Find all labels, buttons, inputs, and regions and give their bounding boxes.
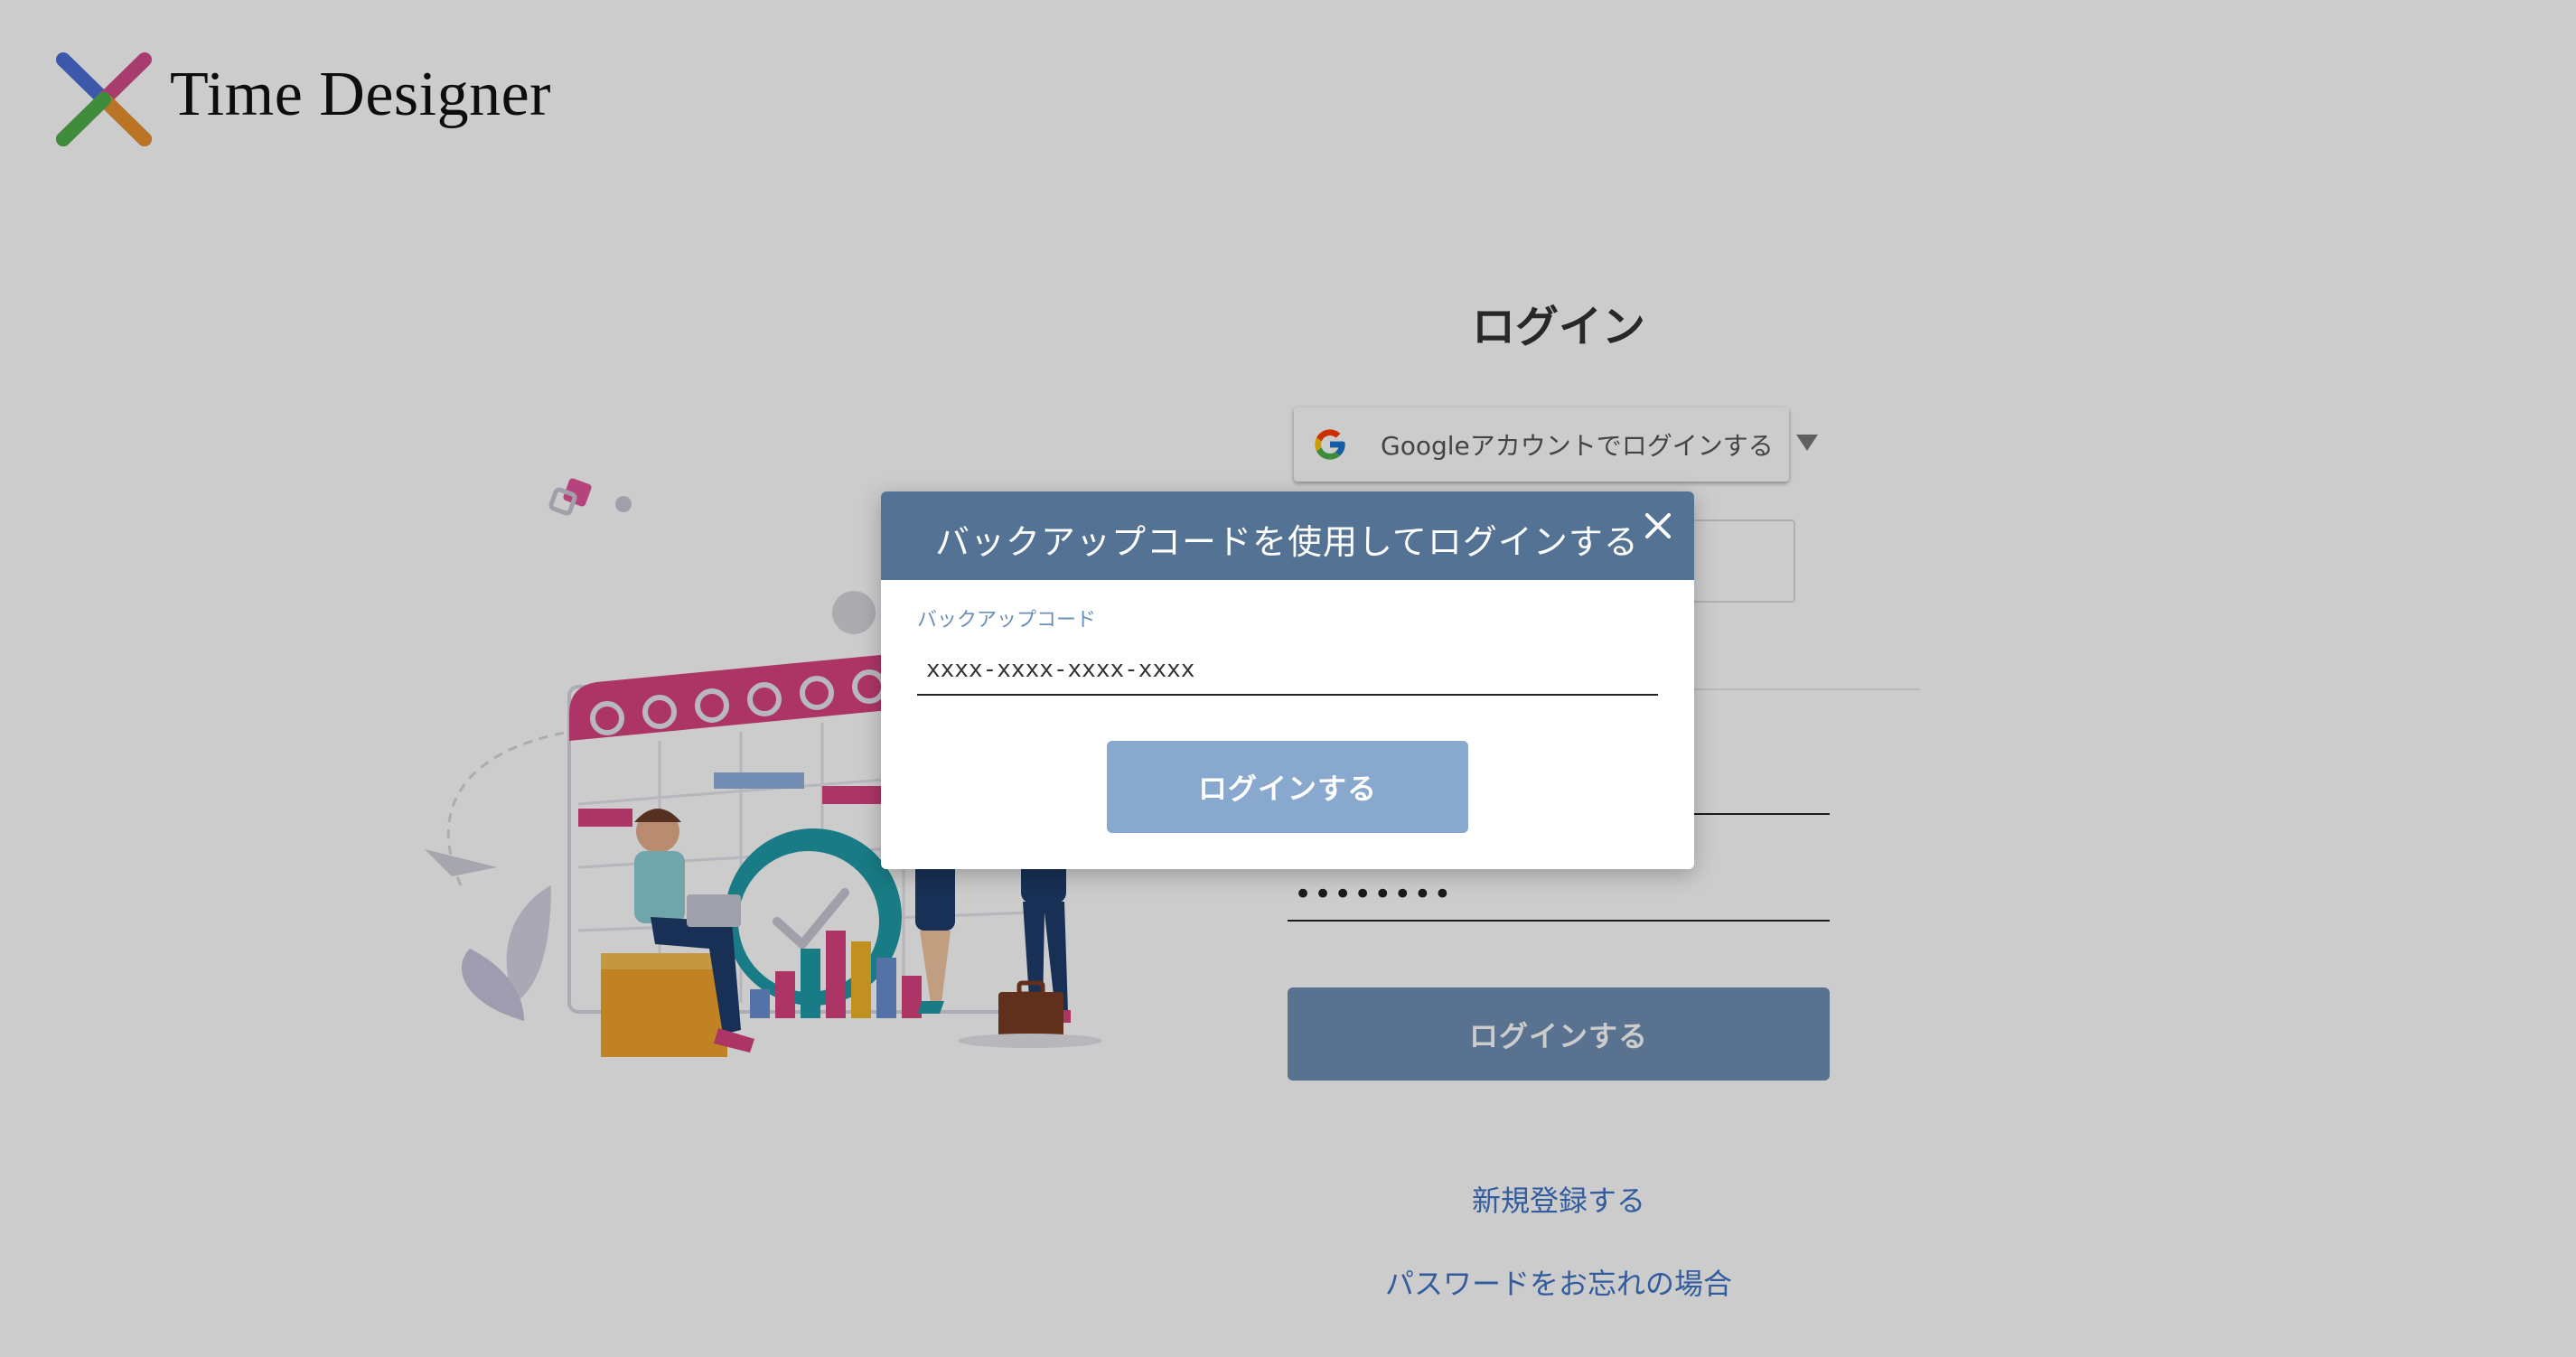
backup-code-modal: バックアップコードを使用してログインする バックアップコード ログインする <box>881 491 1694 869</box>
backup-code-input[interactable] <box>917 645 1658 696</box>
backup-code-label: バックアップコード <box>917 609 1097 632</box>
modal-login-button[interactable]: ログインする <box>1107 741 1468 833</box>
close-icon[interactable] <box>1640 508 1676 544</box>
modal-header: バックアップコードを使用してログインする <box>881 491 1694 580</box>
modal-title: バックアップコードを使用してログインする <box>935 521 1639 562</box>
